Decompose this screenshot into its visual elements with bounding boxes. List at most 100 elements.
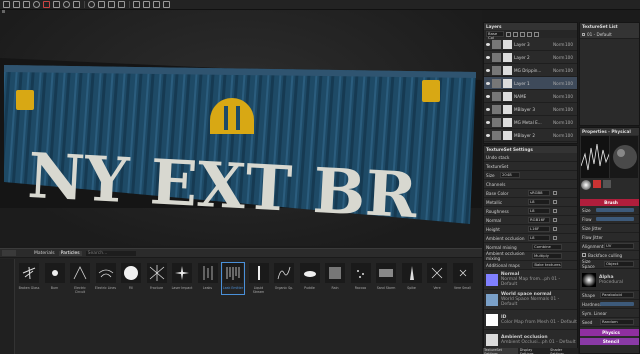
shelf-item[interactable]: Spike: [401, 263, 423, 294]
color-icon[interactable]: [88, 1, 95, 8]
backface-checkbox[interactable]: [582, 253, 586, 257]
material-icon[interactable]: [98, 1, 105, 8]
layer-row[interactable]: MBlayer 3 Norm 100: [484, 103, 577, 116]
ao-mixing-select[interactable]: Multiply: [532, 253, 562, 259]
camera-icon[interactable]: [108, 1, 115, 8]
brush-preset-icon[interactable]: [581, 180, 591, 190]
textureset-list-item[interactable]: 01 - Default: [580, 30, 639, 39]
shelf-item[interactable]: Vere Small: [452, 263, 474, 294]
shelf-item[interactable]: Liquid Stream: [248, 263, 270, 294]
alignment-select[interactable]: UV: [604, 243, 634, 249]
channel-format-select[interactable]: L16F: [528, 226, 550, 232]
layer-blend-mode[interactable]: Norm: [553, 81, 565, 86]
color-swatch-icon[interactable]: [593, 180, 601, 188]
shelf-item[interactable]: Vere: [426, 263, 448, 294]
normal-mixing-select[interactable]: Combine: [532, 244, 562, 250]
tab-textureset-settings[interactable]: TextureSet Settings: [483, 348, 518, 354]
shelf-search-input[interactable]: Search...: [85, 250, 136, 256]
channel-format-select[interactable]: L8: [528, 208, 550, 214]
layer-blend-mode[interactable]: Norm: [553, 120, 565, 125]
shelf-item[interactable]: Burn: [44, 263, 66, 294]
picker-icon[interactable]: [63, 1, 70, 8]
hardness-slider[interactable]: [600, 302, 634, 306]
layer-opacity[interactable]: 100: [565, 42, 575, 47]
shelf-item[interactable]: Leaks: [197, 263, 219, 294]
channel-format-select[interactable]: L8: [528, 199, 550, 205]
size-slider[interactable]: [596, 208, 634, 212]
channel-format-select[interactable]: L8: [528, 235, 550, 241]
layer-row[interactable]: NAME Norm 100: [484, 90, 577, 103]
stencil-section-header[interactable]: Stencil: [580, 338, 639, 345]
channel-format-select[interactable]: RGB16F: [528, 217, 550, 223]
container-model[interactable]: NY EXT BR: [0, 10, 482, 246]
layer-opacity[interactable]: 100: [565, 81, 575, 86]
layer-blend-mode[interactable]: Norm: [553, 107, 565, 112]
visibility-eye-icon[interactable]: [486, 133, 490, 137]
layer-name[interactable]: Layer 2: [514, 55, 553, 60]
tab-materials[interactable]: Materials: [34, 251, 55, 256]
layer-name[interactable]: Layer 3: [514, 42, 553, 47]
visibility-eye-icon[interactable]: [486, 42, 490, 46]
remove-channel-icon[interactable]: [553, 191, 557, 195]
remove-channel-icon[interactable]: [553, 200, 557, 204]
baked-map-row[interactable]: ID Color Map from Mesh 01 - Default: [484, 310, 577, 330]
remove-channel-icon[interactable]: [553, 209, 557, 213]
tab-particles[interactable]: Particles: [58, 250, 82, 256]
layer-blend-mode[interactable]: Norm: [553, 55, 565, 60]
visibility-eye-icon[interactable]: [486, 107, 490, 111]
layer-opacity[interactable]: 100: [565, 107, 575, 112]
shelf-item[interactable]: Organic Sp.: [273, 263, 295, 294]
material-swatch-icon[interactable]: [603, 180, 611, 188]
paint-brush-icon[interactable]: [3, 1, 10, 8]
size-select[interactable]: 2048: [500, 172, 520, 178]
visibility-eye-icon[interactable]: [486, 68, 490, 72]
shelf-item[interactable]: Sand Storm: [375, 263, 397, 294]
baked-map-row[interactable]: Ambient occlusion Ambient Occlusi...ph 01…: [484, 330, 577, 350]
grid-icon[interactable]: [133, 1, 140, 8]
textureset-row[interactable]: TextureSet: [484, 162, 577, 171]
layer-opacity[interactable]: 100: [565, 94, 575, 99]
baked-map-row[interactable]: Normal Normal Map from...ph 01 - Default: [484, 270, 577, 290]
visibility-eye-icon[interactable]: [486, 81, 490, 85]
layer-name[interactable]: NAME: [514, 94, 553, 99]
shelf-item[interactable]: Broken Glass: [18, 263, 40, 294]
polygon-fill-icon[interactable]: [73, 1, 80, 8]
layer-row[interactable]: MBlayer 2 Norm 100: [484, 129, 577, 142]
checkbox-icon[interactable]: [582, 32, 585, 36]
shelf-item[interactable]: Puddle: [299, 263, 321, 294]
layer-blend-mode[interactable]: Norm: [553, 68, 565, 73]
shelf-item[interactable]: Fill: [120, 263, 142, 294]
layer-name[interactable]: MG Drippin...: [514, 68, 553, 73]
alpha-row[interactable]: Alpha Procedural: [580, 269, 639, 291]
shelf-item[interactable]: Rain: [324, 263, 346, 294]
visibility-eye-icon[interactable]: [486, 94, 490, 98]
size-space-select[interactable]: Object: [604, 261, 634, 267]
channel-select[interactable]: Base Col: [486, 31, 504, 40]
physics-section-header[interactable]: Physics: [580, 329, 639, 336]
channel-format-select[interactable]: sRGB8: [528, 190, 550, 196]
layer-name[interactable]: MG Metal E...: [514, 120, 553, 125]
add-layer-icon[interactable]: [506, 31, 511, 37]
3d-viewport[interactable]: NY EXT BR: [0, 10, 482, 246]
geometry-icon[interactable]: [33, 1, 40, 8]
layer-name[interactable]: Layer 1: [514, 81, 553, 86]
shelf-item[interactable]: Leak Emitter: [221, 262, 245, 295]
seed-select[interactable]: Random: [600, 319, 634, 325]
layer-name[interactable]: MBlayer 3: [514, 107, 553, 112]
shelf-item[interactable]: Electric Lines: [95, 263, 117, 294]
layer-row[interactable]: MG Drippin... Norm 100: [484, 64, 577, 77]
shelf-category-list[interactable]: [0, 259, 15, 354]
shelf-item[interactable]: Fracture: [146, 263, 168, 294]
add-fill-layer-icon[interactable]: [513, 31, 518, 37]
clone-icon[interactable]: [53, 1, 60, 8]
bake-textures-button[interactable]: Bake textures: [532, 262, 562, 268]
screenshot-icon[interactable]: [153, 1, 160, 8]
shape-select[interactable]: Paraboloid: [600, 292, 634, 298]
layer-blend-mode[interactable]: Norm: [553, 133, 565, 138]
layer-row[interactable]: Layer 1 Norm 100: [484, 77, 577, 90]
layer-opacity[interactable]: 100: [565, 120, 575, 125]
add-folder-icon[interactable]: [527, 31, 532, 37]
delete-layer-icon[interactable]: [534, 31, 539, 37]
layer-name[interactable]: MBlayer 2: [514, 133, 553, 138]
shelf-item[interactable]: Raccoo: [350, 263, 372, 294]
